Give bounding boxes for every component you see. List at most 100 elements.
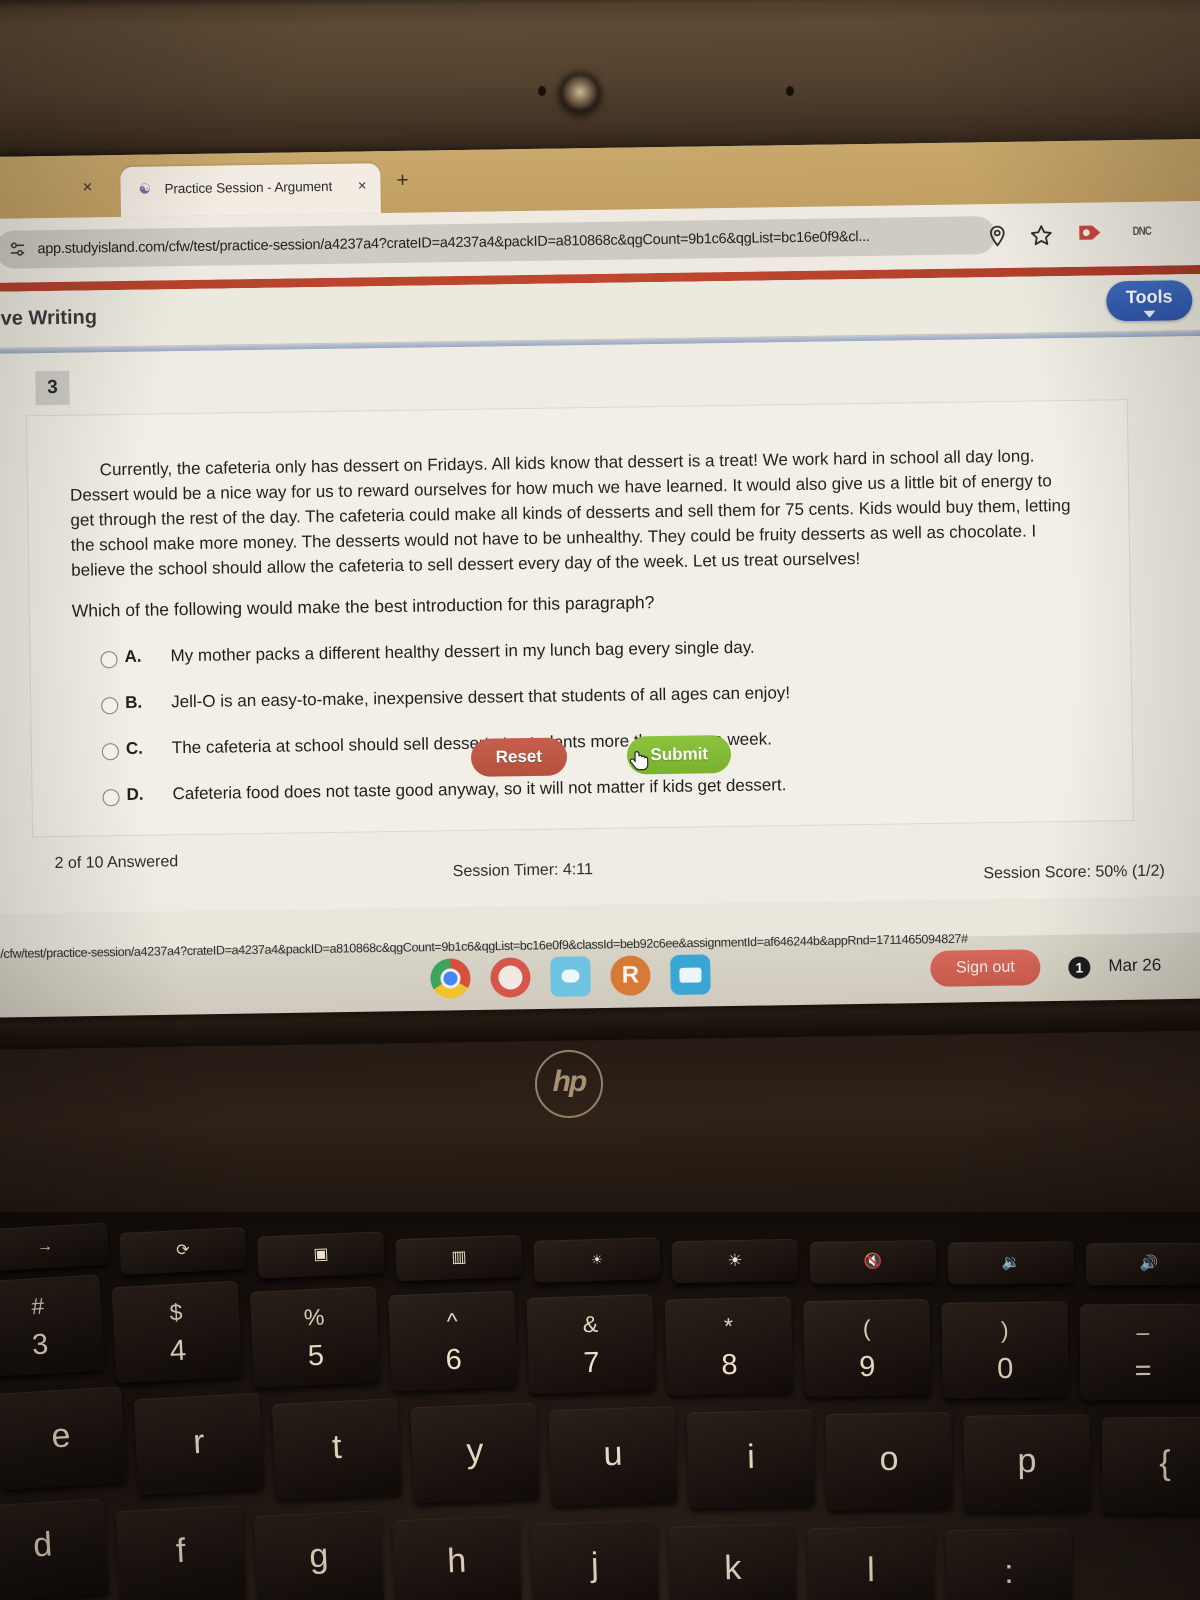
key-6[interactable]: ^ 6 bbox=[388, 1290, 518, 1392]
chrome-icon[interactable] bbox=[430, 958, 471, 999]
volume-down-key-glyph: 🔉 bbox=[1001, 1253, 1021, 1272]
light-blue-app-icon[interactable] bbox=[550, 956, 591, 997]
volume-up-key-glyph: 🔊 bbox=[1139, 1254, 1159, 1273]
fullscreen-key[interactable]: ▣ bbox=[257, 1231, 385, 1279]
tune-icon[interactable] bbox=[7, 239, 27, 259]
browser-tab-active[interactable]: ☯ Practice Session - Argumentati × bbox=[120, 163, 381, 217]
shelf-date[interactable]: Mar 26 bbox=[1108, 955, 1161, 976]
answer-choices: A. My mother packs a different healthy d… bbox=[100, 629, 1083, 828]
passage-text: Currently, the cafeteria only has desser… bbox=[69, 446, 1071, 580]
key-5[interactable]: % 5 bbox=[249, 1286, 381, 1388]
choice-letter-d: D. bbox=[126, 784, 144, 804]
key-k[interactable]: k bbox=[668, 1523, 798, 1600]
key-9[interactable]: ( 9 bbox=[803, 1298, 931, 1398]
key-equals-glyph: = bbox=[1134, 1354, 1152, 1388]
location-pin-icon[interactable] bbox=[985, 224, 1009, 248]
key-r-glyph: r bbox=[192, 1422, 206, 1462]
photo-of-chromebook: × ☯ Practice Session - Argumentati × + a… bbox=[0, 0, 1200, 1600]
volume-up-key[interactable]: 🔊 bbox=[1085, 1242, 1200, 1286]
mute-key[interactable]: 🔇 bbox=[809, 1240, 937, 1284]
mouse-cursor-pointer-icon bbox=[629, 751, 649, 771]
tab-close-icon[interactable]: × bbox=[358, 177, 367, 194]
answered-status: 2 of 10 Answered bbox=[54, 853, 179, 873]
webcam-mic-dot-left bbox=[538, 86, 546, 96]
key-o[interactable]: o bbox=[825, 1411, 953, 1511]
key-9-shift-glyph: ( bbox=[862, 1314, 871, 1342]
laptop-keyboard: → ⟳ ▣ ▥ ☀ ☀ 🔇 🔉 🔊 # 3 $ 4 % 5 ^ 6 & 7 * … bbox=[0, 1212, 1200, 1600]
notification-badge[interactable]: 1 bbox=[1068, 956, 1091, 979]
key-e[interactable]: e bbox=[0, 1386, 127, 1490]
forward-key[interactable]: → bbox=[0, 1222, 110, 1272]
radio-button-a[interactable] bbox=[100, 651, 118, 669]
key-h[interactable]: h bbox=[392, 1515, 522, 1600]
r-app-icon[interactable]: R bbox=[610, 955, 651, 996]
key-7-shift-glyph: & bbox=[582, 1310, 599, 1338]
overview-key[interactable]: ▥ bbox=[395, 1234, 523, 1282]
key-d[interactable]: d bbox=[0, 1498, 109, 1600]
key-g[interactable]: g bbox=[253, 1510, 385, 1600]
page-title: ntative Writing bbox=[0, 306, 98, 331]
key-p-glyph: p bbox=[1017, 1441, 1037, 1481]
key-equals[interactable]: – = bbox=[1079, 1303, 1200, 1401]
extension-icon[interactable] bbox=[1077, 222, 1103, 242]
tools-button[interactable]: Tools bbox=[1106, 280, 1193, 322]
brightness-down-key[interactable]: ☀ bbox=[533, 1237, 661, 1283]
forward-key-glyph: → bbox=[36, 1237, 54, 1256]
new-tab-button[interactable]: + bbox=[396, 169, 409, 193]
key-j[interactable]: j bbox=[530, 1520, 660, 1600]
key-3-shift-glyph: # bbox=[30, 1292, 45, 1320]
key-4-shift-glyph: $ bbox=[168, 1298, 184, 1326]
key-f[interactable]: f bbox=[115, 1504, 247, 1600]
radio-button-d[interactable] bbox=[102, 789, 120, 807]
key-4-glyph: 4 bbox=[169, 1334, 187, 1368]
reload-key[interactable]: ⟳ bbox=[119, 1226, 247, 1276]
brightness-up-key-glyph: ☀ bbox=[727, 1250, 743, 1271]
address-bar-url[interactable]: app.studyisland.com/cfw/test/practice-se… bbox=[37, 225, 967, 261]
key-4[interactable]: $ 4 bbox=[111, 1280, 243, 1384]
key-k-glyph: k bbox=[723, 1548, 742, 1588]
key-l-glyph: l bbox=[866, 1550, 876, 1590]
blue-app-icon[interactable] bbox=[670, 954, 711, 995]
key-u-glyph: u bbox=[602, 1434, 623, 1474]
address-bar[interactable]: app.studyisland.com/cfw/test/practice-se… bbox=[0, 216, 996, 269]
key-8[interactable]: * 8 bbox=[664, 1296, 794, 1396]
key-3-glyph: 3 bbox=[31, 1328, 50, 1362]
key-i[interactable]: i bbox=[686, 1409, 816, 1509]
key-equals-shift-glyph: – bbox=[1136, 1318, 1150, 1346]
reset-button[interactable]: Reset bbox=[470, 737, 568, 777]
key-p[interactable]: p bbox=[963, 1414, 1091, 1512]
key-semicolon[interactable]: : bbox=[945, 1528, 1073, 1600]
radio-button-b[interactable] bbox=[101, 697, 119, 715]
tools-button-label: Tools bbox=[1125, 286, 1173, 308]
overview-key-glyph: ▥ bbox=[451, 1248, 467, 1267]
key-7[interactable]: & 7 bbox=[526, 1294, 656, 1394]
key-3[interactable]: # 3 bbox=[0, 1274, 105, 1378]
choice-letter-b: B. bbox=[125, 692, 143, 712]
key-bracket-glyph: { bbox=[1159, 1443, 1171, 1483]
question-number-badge: 3 bbox=[35, 370, 70, 406]
studyisland-icon: ☯ bbox=[138, 180, 152, 197]
studyisland-page: ntative Writing Tools 3 Currently, the c… bbox=[0, 273, 1200, 983]
profile-avatar[interactable]: DNC bbox=[1132, 224, 1151, 238]
key-0-glyph: 0 bbox=[996, 1352, 1014, 1386]
mute-key-glyph: 🔇 bbox=[863, 1252, 883, 1271]
question-prompt: Which of the following would make the be… bbox=[71, 592, 655, 621]
key-j-glyph: j bbox=[590, 1545, 600, 1585]
key-r[interactable]: r bbox=[133, 1392, 265, 1496]
sign-out-button[interactable]: Sign out bbox=[930, 949, 1041, 987]
brightness-up-key[interactable]: ☀ bbox=[671, 1238, 799, 1284]
key-7-glyph: 7 bbox=[583, 1346, 601, 1380]
key-t[interactable]: t bbox=[271, 1398, 403, 1500]
offscreen-tab-close-icon[interactable]: × bbox=[82, 177, 92, 197]
volume-down-key[interactable]: 🔉 bbox=[947, 1241, 1075, 1285]
key-y[interactable]: y bbox=[410, 1402, 540, 1504]
star-icon[interactable] bbox=[1029, 223, 1053, 247]
key-bracket[interactable]: { bbox=[1101, 1416, 1200, 1514]
key-l[interactable]: l bbox=[807, 1525, 935, 1600]
red-circle-app-icon[interactable] bbox=[490, 957, 531, 998]
key-5-glyph: 5 bbox=[307, 1339, 325, 1373]
key-0[interactable]: ) 0 bbox=[941, 1301, 1069, 1399]
tab-title: Practice Session - Argumentati bbox=[164, 178, 333, 197]
choice-letter-a: A. bbox=[124, 646, 142, 666]
key-u[interactable]: u bbox=[548, 1406, 678, 1506]
